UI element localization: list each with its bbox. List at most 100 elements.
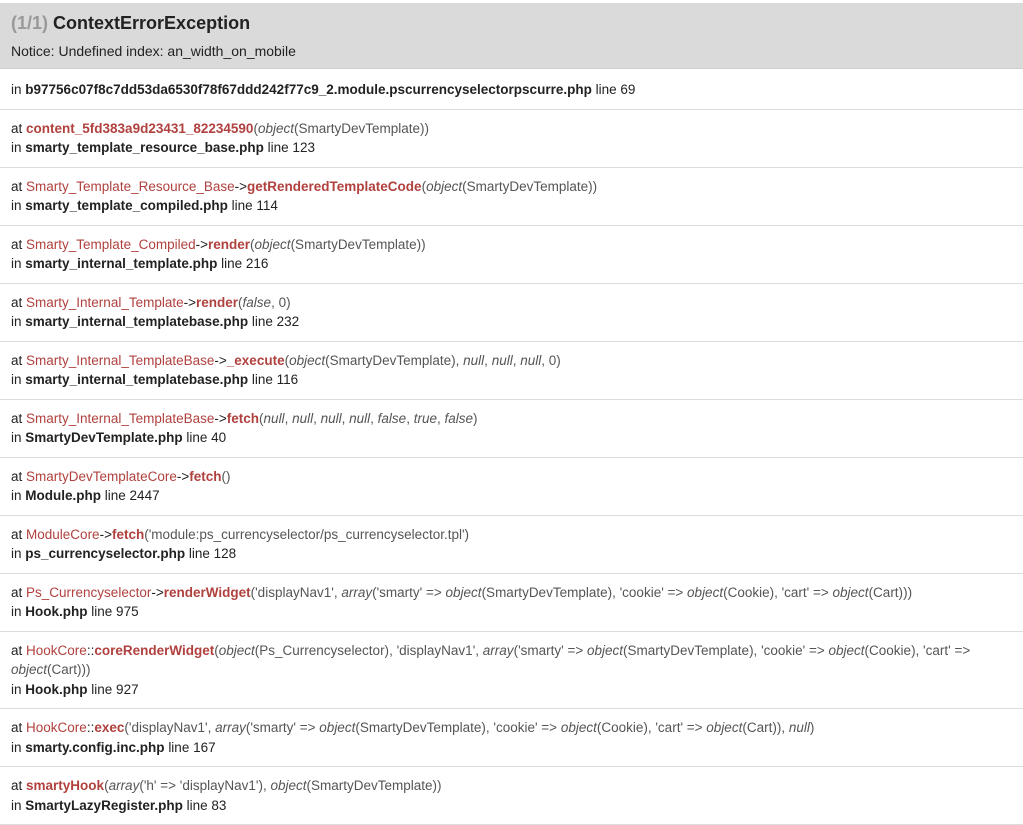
at-label: at <box>11 353 22 368</box>
frame-call: at Ps_Currencyselector->renderWidget('di… <box>11 583 1013 603</box>
at-label: at <box>11 778 22 793</box>
at-label: at <box>11 643 22 658</box>
frame-class: HookCore <box>26 720 87 735</box>
frame-call: at Smarty_Internal_TemplateBase->_execut… <box>11 351 1013 371</box>
frame-line: line 116 <box>252 372 298 387</box>
trace-frame: at smartyHook(array('h' => 'displayNav1'… <box>0 767 1023 825</box>
frame-class: HookCore <box>26 643 87 658</box>
frame-class: Ps_Currencyselector <box>26 585 151 600</box>
trace-frame: at Smarty_Template_Compiled->render(obje… <box>0 226 1023 284</box>
frame-separator: -> <box>235 179 247 194</box>
at-label: at <box>11 237 22 252</box>
arg-keyword: false <box>378 411 407 426</box>
frame-file: Module.php <box>25 488 101 503</box>
frame-line: line 40 <box>186 430 226 445</box>
frame-function: render <box>208 237 250 252</box>
arg-keyword: false <box>445 411 474 426</box>
frame-separator: -> <box>196 237 208 252</box>
frame-line: line 83 <box>187 798 227 813</box>
arg-keyword: null <box>321 411 342 426</box>
frame-file: smarty_internal_templatebase.php <box>25 372 248 387</box>
frame-call: at SmartyDevTemplateCore->fetch() <box>11 467 1013 487</box>
arg-keyword: null <box>463 353 484 368</box>
at-label: at <box>11 585 22 600</box>
frame-line: line 232 <box>252 314 299 329</box>
frame-location: in SmartyLazyRegister.php line 83 <box>11 796 1013 816</box>
frame-location: in smarty_internal_templatebase.php line… <box>11 370 1013 390</box>
object-type: object <box>289 353 325 368</box>
at-label: at <box>11 527 22 542</box>
at-label: at <box>11 121 22 136</box>
frame-function: coreRenderWidget <box>94 643 214 658</box>
frame-separator: -> <box>214 353 226 368</box>
location-line: line 69 <box>596 82 636 97</box>
frame-separator: -> <box>214 411 226 426</box>
frame-location: in Hook.php line 975 <box>11 602 1013 622</box>
trace-frame: at Smarty_Template_Resource_Base->getRen… <box>0 168 1023 226</box>
at-label: at <box>11 469 22 484</box>
frame-call: at smartyHook(array('h' => 'displayNav1'… <box>11 776 1013 796</box>
frame-call: at content_5fd383a9d23431_82234590(objec… <box>11 119 1013 139</box>
frame-location: in Hook.php line 927 <box>11 680 1013 700</box>
in-label: in <box>11 546 22 561</box>
in-label: in <box>11 140 22 155</box>
frame-function: fetch <box>227 411 259 426</box>
frame-function: _execute <box>227 353 285 368</box>
object-type: object <box>561 720 597 735</box>
frame-file: SmartyDevTemplate.php <box>25 430 182 445</box>
frame-line: line 975 <box>91 604 138 619</box>
error-location: in b97756c07f8c7dd53da6530f78f67ddd242f7… <box>0 69 1023 110</box>
frame-separator: -> <box>100 527 112 542</box>
trace-frame: at Smarty_Internal_TemplateBase->_execut… <box>0 342 1023 400</box>
exception-count: (1/1) <box>11 13 48 33</box>
object-type: object <box>706 720 742 735</box>
at-label: at <box>11 411 22 426</box>
in-label: in <box>11 488 22 503</box>
exception-message: Notice: Undefined index: an_width_on_mob… <box>11 42 1012 60</box>
trace-frame: at Smarty_Internal_Template->render(fals… <box>0 284 1023 342</box>
array-type: array <box>109 778 140 793</box>
arg-keyword: null <box>492 353 513 368</box>
frame-line: line 128 <box>189 546 236 561</box>
frame-call: at HookCore::coreRenderWidget(object(Ps_… <box>11 641 1013 680</box>
frame-separator: -> <box>151 585 163 600</box>
at-label: at <box>11 720 22 735</box>
exception-page: (1/1) ContextErrorException Notice: Unde… <box>0 0 1023 825</box>
exception-class: ContextErrorException <box>53 13 250 33</box>
arg-keyword: true <box>414 411 437 426</box>
object-type: object <box>319 720 355 735</box>
trace-frame: at Ps_Currencyselector->renderWidget('di… <box>0 574 1023 632</box>
frame-file: smarty_internal_templatebase.php <box>25 314 248 329</box>
arg-keyword: false <box>243 295 272 310</box>
frame-location: in smarty_template_resource_base.php lin… <box>11 138 1013 158</box>
in-label: in <box>11 372 22 387</box>
in-label: in <box>11 682 22 697</box>
in-label: in <box>11 430 22 445</box>
frame-class: SmartyDevTemplateCore <box>26 469 177 484</box>
frame-function: smartyHook <box>26 778 104 793</box>
frame-location: in ps_currencyselector.php line 128 <box>11 544 1013 564</box>
frame-file: smarty_internal_template.php <box>25 256 217 271</box>
at-label: at <box>11 295 22 310</box>
frame-location: in smarty_template_compiled.php line 114 <box>11 196 1013 216</box>
arg-keyword: null <box>520 353 541 368</box>
object-type: object <box>829 643 865 658</box>
object-type: object <box>11 662 47 677</box>
frame-location: in Module.php line 2447 <box>11 486 1013 506</box>
object-type: object <box>426 179 462 194</box>
frame-function: exec <box>94 720 124 735</box>
in-label: in <box>11 604 22 619</box>
arg-keyword: null <box>292 411 313 426</box>
trace-frame: at Smarty_Internal_TemplateBase->fetch(n… <box>0 400 1023 458</box>
frame-call: at Smarty_Internal_TemplateBase->fetch(n… <box>11 409 1013 429</box>
in-label: in <box>11 314 22 329</box>
object-type: object <box>270 778 306 793</box>
frame-location: in smarty_internal_template.php line 216 <box>11 254 1013 274</box>
frame-function: fetch <box>112 527 144 542</box>
frame-file: ps_currencyselector.php <box>25 546 185 561</box>
frame-function: fetch <box>189 469 221 484</box>
in-label: in <box>11 82 22 97</box>
frame-class: Smarty_Template_Compiled <box>26 237 196 252</box>
frame-function: render <box>196 295 238 310</box>
trace-frame: at HookCore::coreRenderWidget(object(Ps_… <box>0 632 1023 710</box>
